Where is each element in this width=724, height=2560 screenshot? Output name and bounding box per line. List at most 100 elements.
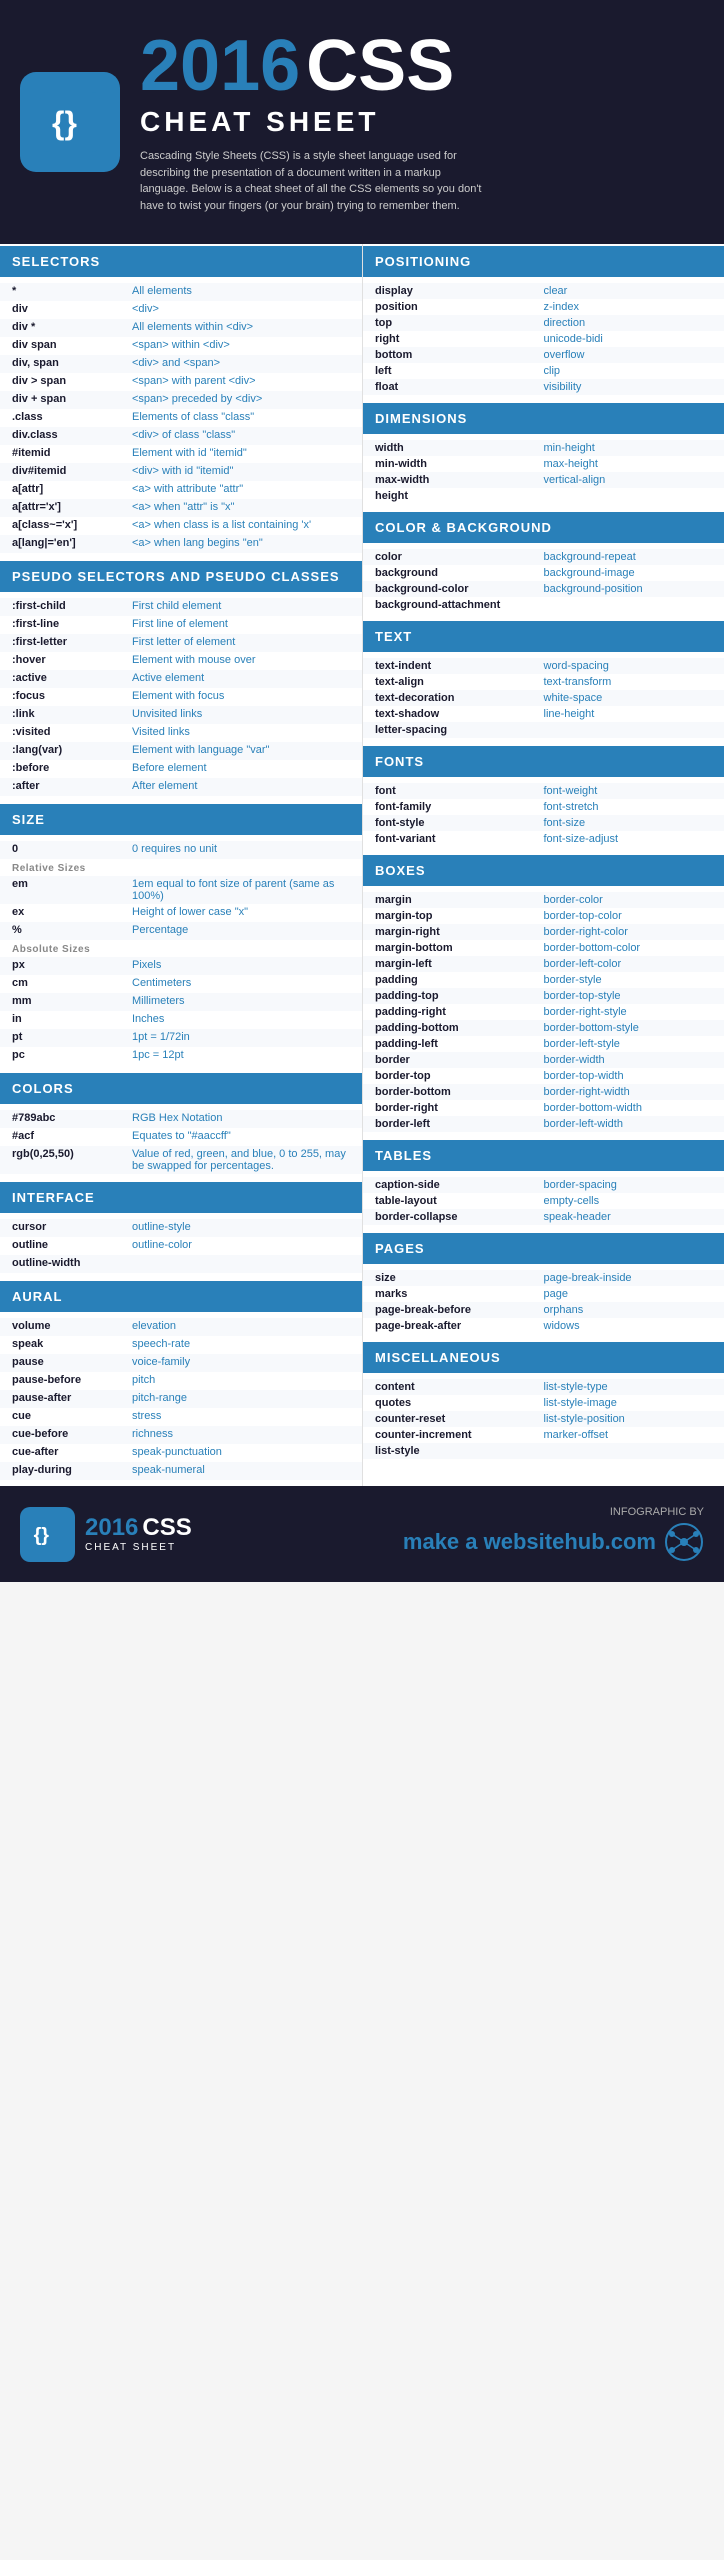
table-row: a[attr='x']<a> when "attr" is "x": [0, 499, 362, 517]
row-value: 1em equal to font size of parent (same a…: [132, 878, 350, 902]
table-row: a[attr]<a> with attribute "attr": [0, 481, 362, 499]
prop-left: margin-right: [375, 926, 544, 938]
row-key: :hover: [12, 654, 132, 666]
row-key: a[class~='x']: [12, 519, 132, 531]
table-row: paddingborder-style: [363, 972, 724, 988]
table-row: div *All elements within <div>: [0, 319, 362, 337]
row-key: .class: [12, 411, 132, 423]
row-key: a[attr]: [12, 483, 132, 495]
table-row: page-break-afterwidows: [363, 1318, 724, 1334]
table-row: .classElements of class "class": [0, 409, 362, 427]
footer-logo-text: 2016 CSS CHEAT SHEET: [85, 1516, 192, 1553]
positioning-section: POSITIONING displayclearpositionz-indext…: [363, 246, 724, 401]
prop-right: border-right-style: [544, 1006, 713, 1018]
prop-right: border-top-color: [544, 910, 713, 922]
table-row: pc1pc = 12pt: [0, 1047, 362, 1065]
table-row: :first-childFirst child element: [0, 598, 362, 616]
table-row: div, span<div> and <span>: [0, 355, 362, 373]
row-key: cue-after: [12, 1446, 132, 1458]
table-row: :beforeBefore element: [0, 760, 362, 778]
row-value: outline-color: [132, 1239, 350, 1251]
table-row: border-leftborder-left-width: [363, 1116, 724, 1132]
prop-right: white-space: [544, 692, 713, 704]
row-value: <span> within <div>: [132, 339, 350, 351]
row-key: cue: [12, 1410, 132, 1422]
boxes-section: BOXES marginborder-colormargin-topborder…: [363, 855, 724, 1138]
row-key: pause: [12, 1356, 132, 1368]
row-key: div *: [12, 321, 132, 333]
prop-left: table-layout: [375, 1195, 544, 1207]
footer-logo: {} 2016 CSS CHEAT SHEET: [20, 1507, 192, 1562]
table-row: sizepage-break-inside: [363, 1270, 724, 1286]
row-value: 0 requires no unit: [132, 843, 350, 855]
prop-left: background-attachment: [375, 599, 544, 611]
row-key: div#itemid: [12, 465, 132, 477]
table-row: text-shadowline-height: [363, 706, 724, 722]
prop-right: font-weight: [544, 785, 713, 797]
prop-right: background-repeat: [544, 551, 713, 563]
prop-right: overflow: [544, 349, 713, 361]
table-row: margin-leftborder-left-color: [363, 956, 724, 972]
table-row: inInches: [0, 1011, 362, 1029]
row-key: speak: [12, 1338, 132, 1350]
prop-left: display: [375, 285, 544, 297]
row-value: <div> and <span>: [132, 357, 350, 369]
row-key: :after: [12, 780, 132, 792]
aural-section: AURAL volumeelevationspeakspeech-ratepau…: [0, 1281, 362, 1486]
prop-left: position: [375, 301, 544, 313]
prop-right: border-style: [544, 974, 713, 986]
prop-left: max-width: [375, 474, 544, 486]
table-row: fontfont-weight: [363, 783, 724, 799]
prop-right: marker-offset: [544, 1429, 713, 1441]
row-value: <div> with id "itemid": [132, 465, 350, 477]
table-row: padding-leftborder-left-style: [363, 1036, 724, 1052]
table-row: topdirection: [363, 315, 724, 331]
prop-left: counter-increment: [375, 1429, 544, 1441]
sub-label: Relative Sizes: [0, 859, 362, 876]
row-value: stress: [132, 1410, 350, 1422]
prop-right: max-height: [544, 458, 713, 470]
table-row: :focusElement with focus: [0, 688, 362, 706]
color-bg-header: COLOR & BACKGROUND: [363, 512, 724, 543]
svg-text:{}: {}: [33, 1524, 49, 1546]
row-value: pitch-range: [132, 1392, 350, 1404]
table-row: text-decorationwhite-space: [363, 690, 724, 706]
prop-left: color: [375, 551, 544, 563]
prop-left: text-decoration: [375, 692, 544, 704]
selectors-section: SELECTORS *All elementsdiv<div>div *All …: [0, 246, 362, 559]
row-key: pause-after: [12, 1392, 132, 1404]
table-row: margin-bottomborder-bottom-color: [363, 940, 724, 956]
fonts-section: FONTS fontfont-weightfont-familyfont-str…: [363, 746, 724, 853]
row-key: volume: [12, 1320, 132, 1332]
table-row: padding-bottomborder-bottom-style: [363, 1020, 724, 1036]
pseudo-header: PSEUDO SELECTORS AND PSEUDO CLASSES: [0, 561, 362, 592]
row-value: richness: [132, 1428, 350, 1440]
table-row: margin-rightborder-right-color: [363, 924, 724, 940]
header: {} 2016 CSS CHEAT SHEET Cascading Style …: [0, 0, 724, 244]
prop-left: left: [375, 365, 544, 377]
row-key: #789abc: [12, 1112, 132, 1124]
prop-right: unicode-bidi: [544, 333, 713, 345]
table-row: counter-resetlist-style-position: [363, 1411, 724, 1427]
prop-right: font-size: [544, 817, 713, 829]
row-key: in: [12, 1013, 132, 1025]
table-row: speakspeech-rate: [0, 1336, 362, 1354]
prop-left: border-left: [375, 1118, 544, 1130]
svg-text:{}: {}: [52, 105, 77, 141]
prop-right: line-height: [544, 708, 713, 720]
table-row: table-layoutempty-cells: [363, 1193, 724, 1209]
prop-left: border-top: [375, 1070, 544, 1082]
row-key: cue-before: [12, 1428, 132, 1440]
table-row: counter-incrementmarker-offset: [363, 1427, 724, 1443]
row-value: Element with language "var": [132, 744, 350, 756]
table-row: pause-beforepitch: [0, 1372, 362, 1390]
prop-left: padding-top: [375, 990, 544, 1002]
footer-infographic: INFOGRAPHIC BY: [403, 1506, 704, 1518]
prop-left: font-style: [375, 817, 544, 829]
table-row: rgb(0,25,50)Value of red, green, and blu…: [0, 1146, 362, 1174]
prop-left: margin: [375, 894, 544, 906]
dimensions-content: widthmin-heightmin-widthmax-heightmax-wi…: [363, 434, 724, 510]
prop-left: font: [375, 785, 544, 797]
row-value: speak-numeral: [132, 1464, 350, 1476]
table-row: outline-width: [0, 1255, 362, 1273]
